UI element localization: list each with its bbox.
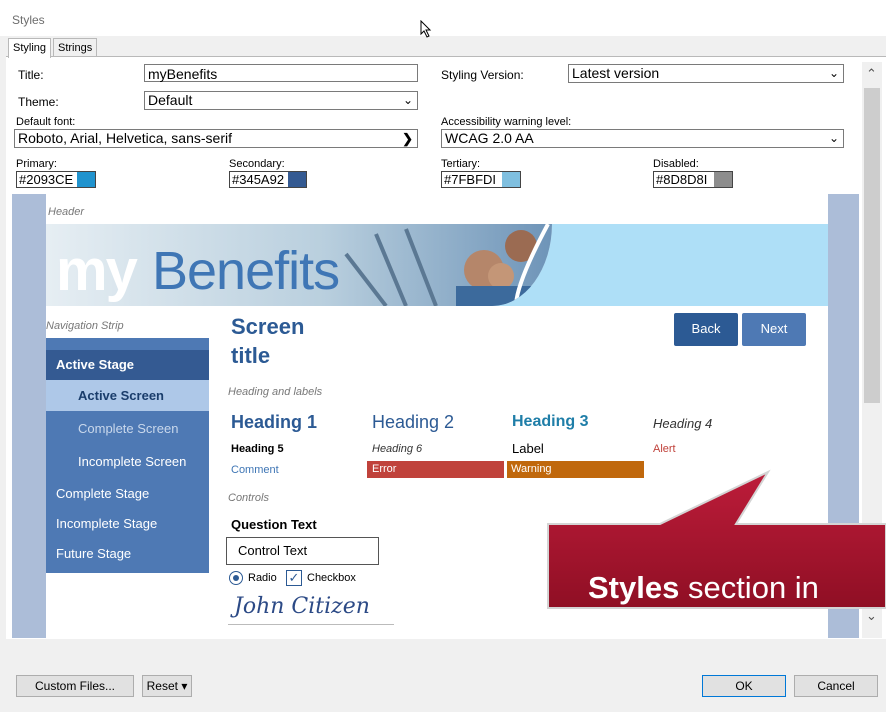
navigation-strip: Active Stage Active Screen Complete Scre… — [46, 338, 209, 573]
secondary-color-value: #345A92 — [232, 172, 285, 187]
headings-section-label: Heading and labels — [228, 386, 323, 398]
control-text-input[interactable]: Control Text — [226, 537, 379, 565]
tertiary-color-value: #7FBFDI — [444, 172, 497, 187]
heading-1: Heading 1 — [231, 412, 318, 432]
header-region-label: Header — [48, 206, 85, 218]
back-button[interactable]: Back — [674, 313, 738, 346]
chevron-down-icon: ⌄ — [828, 66, 839, 80]
theme-value: Default — [148, 92, 193, 108]
title-input[interactable]: myBenefits — [144, 64, 418, 82]
signature-line — [228, 624, 394, 625]
preview-left-margin — [12, 194, 46, 638]
tertiary-label: Tertiary: — [441, 158, 481, 170]
question-text: Question Text — [231, 517, 317, 532]
screen-title-line1: Screen — [231, 314, 305, 339]
nav-complete-stage[interactable]: Complete Stage — [46, 479, 209, 509]
styling-version-select[interactable]: Latest version ⌄ — [568, 64, 844, 83]
callout-rest: section in — [679, 570, 819, 605]
title-label: Title: — [18, 68, 44, 82]
accessibility-label: Accessibility warning level: — [441, 116, 572, 128]
nav-future-stage[interactable]: Future Stage — [46, 539, 209, 569]
checkbox-checked-icon[interactable]: ✓ — [286, 570, 302, 586]
disabled-color-value: #8D8D8I — [656, 172, 708, 187]
chevron-down-icon: ❯ — [402, 131, 413, 146]
reset-button[interactable]: Reset ▾ — [142, 675, 192, 697]
screen-title-line2: title — [231, 343, 271, 368]
radio-button[interactable] — [229, 571, 243, 585]
styling-version-value: Latest version — [572, 65, 660, 81]
title-bar — [0, 0, 886, 36]
default-font-label: Default font: — [16, 116, 76, 128]
theme-label: Theme: — [18, 95, 59, 109]
primary-label: Primary: — [16, 158, 57, 170]
nav-active-screen[interactable]: Active Screen — [46, 380, 209, 411]
scroll-up-icon[interactable]: ⌃ — [866, 66, 877, 82]
logo-benefits: Benefits — [152, 241, 340, 301]
primary-swatch[interactable] — [77, 172, 95, 187]
default-font-select[interactable]: Roboto, Arial, Helvetica, sans-serif ❯ — [14, 129, 418, 148]
heading-4: Heading 4 — [653, 416, 713, 431]
nav-incomplete-screen[interactable]: Incomplete Screen — [46, 447, 209, 477]
radio-label: Radio — [248, 572, 277, 584]
comment-sample: Comment — [231, 464, 279, 476]
chevron-down-icon: ⌄ — [402, 93, 413, 107]
scrollbar-thumb[interactable] — [864, 88, 880, 403]
radio-selected-dot — [233, 575, 239, 581]
secondary-color-field[interactable]: #345A92 — [229, 171, 307, 188]
tertiary-swatch[interactable] — [502, 172, 520, 187]
heading-5: Heading 5 — [231, 443, 284, 455]
nav-complete-screen[interactable]: Complete Screen — [46, 414, 209, 444]
nav-incomplete-stage[interactable]: Incomplete Stage — [46, 509, 209, 539]
chevron-down-icon: ⌄ — [828, 131, 839, 145]
error-sample: Error — [367, 461, 504, 478]
tab-styling[interactable]: Styling — [8, 38, 52, 58]
nav-strip-label: Navigation Strip — [46, 320, 124, 332]
custom-files-button[interactable]: Custom Files... — [16, 675, 134, 697]
callout-text: Styles section in — [588, 570, 886, 606]
primary-color-value: #2093CE — [19, 172, 74, 187]
heading-2: Heading 2 — [372, 412, 455, 432]
cancel-button[interactable]: Cancel — [794, 675, 878, 697]
ok-button[interactable]: OK — [702, 675, 786, 697]
mouse-cursor-icon — [420, 20, 432, 38]
checkbox-label: Checkbox — [307, 572, 356, 584]
secondary-label: Secondary: — [229, 158, 285, 170]
secondary-swatch[interactable] — [288, 172, 306, 187]
alert-sample: Alert — [653, 443, 676, 455]
disabled-swatch[interactable] — [714, 172, 732, 187]
nav-active-stage[interactable]: Active Stage — [46, 350, 209, 380]
accessibility-select[interactable]: WCAG 2.0 AA ⌄ — [441, 129, 844, 148]
disabled-label: Disabled: — [653, 158, 699, 170]
tab-strings[interactable]: Strings — [53, 38, 98, 57]
heading-3: Heading 3 — [512, 413, 589, 430]
tertiary-color-field[interactable]: #7FBFDI — [441, 171, 521, 188]
next-button[interactable]: Next — [742, 313, 806, 346]
callout-bold: Styles — [588, 570, 680, 605]
styling-version-label: Styling Version: — [441, 68, 524, 82]
disabled-color-field[interactable]: #8D8D8I — [653, 171, 733, 188]
theme-select[interactable]: Default ⌄ — [144, 91, 418, 110]
heading-6: Heading 6 — [372, 443, 423, 455]
logo-my: my — [56, 238, 138, 303]
signature: John Citizen — [234, 594, 370, 619]
window-title: Styles — [12, 13, 45, 27]
primary-color-field[interactable]: #2093CE — [16, 171, 96, 188]
label-sample: Label — [512, 441, 544, 456]
controls-section-label: Controls — [228, 492, 269, 504]
default-font-value: Roboto, Arial, Helvetica, sans-serif — [18, 130, 232, 146]
accessibility-value: WCAG 2.0 AA — [445, 130, 534, 146]
